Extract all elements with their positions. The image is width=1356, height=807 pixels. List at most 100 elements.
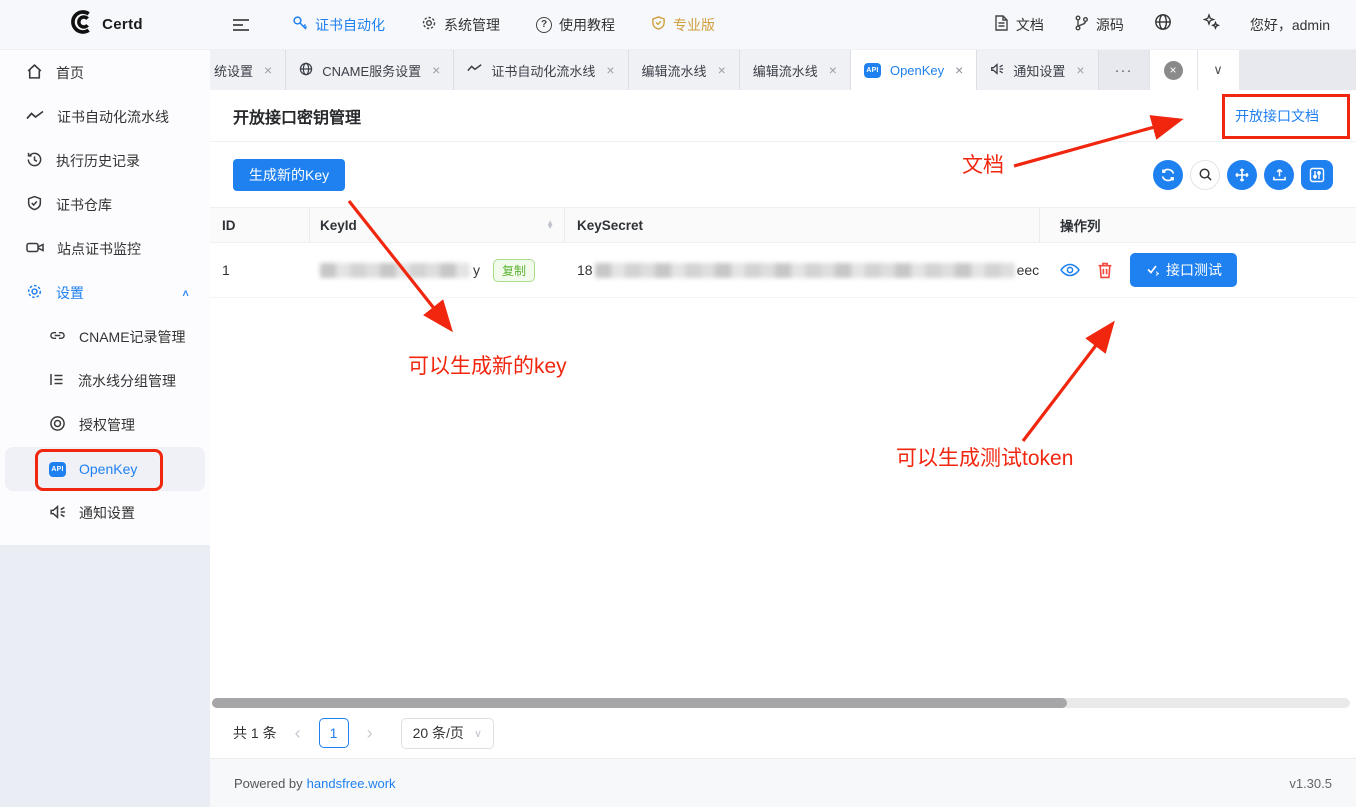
prev-page-button[interactable]: ‹ — [291, 723, 305, 744]
nav-pro-version[interactable]: 专业版 — [651, 15, 715, 35]
header-right: 文档 源码 — [994, 13, 1356, 36]
tab-more-button[interactable]: ··· — [1099, 50, 1149, 90]
redacted-keysecret — [595, 263, 1015, 278]
compact-toggle-button[interactable] — [1227, 160, 1257, 190]
delete-trash-icon[interactable] — [1097, 262, 1113, 279]
nav-label: 专业版 — [673, 15, 715, 35]
sidebar-item-label: 首页 — [56, 63, 84, 83]
theme-sparkle-icon[interactable] — [1202, 13, 1220, 36]
git-branch-icon — [1074, 15, 1089, 34]
source-link[interactable]: 源码 — [1074, 15, 1124, 35]
copy-button[interactable]: 复制 — [493, 259, 535, 282]
secret-suffix: eec — [1017, 262, 1040, 278]
column-settings-button[interactable] — [1301, 160, 1333, 190]
tab-edit-pipeline-2[interactable]: 编辑流水线 × — [740, 50, 851, 90]
redacted-keyid — [320, 263, 470, 278]
tab-label: 通知设置 — [1013, 61, 1065, 80]
tab-label: 编辑流水线 — [753, 61, 818, 80]
sidebar-item-label: 授权管理 — [79, 415, 135, 435]
app-root: Certd 证书自动化 系统 — [0, 0, 1356, 807]
brand-logo[interactable]: Certd — [0, 9, 210, 40]
col-keyid-label: KeyId — [320, 218, 357, 233]
close-icon[interactable]: × — [432, 63, 440, 77]
sidebar-item-site-monitor[interactable]: 站点证书监控 — [0, 227, 210, 271]
cell-keysecret: 18 eec — [565, 262, 1040, 278]
close-icon[interactable]: × — [264, 63, 272, 77]
close-icon[interactable]: × — [1076, 63, 1084, 77]
tab-label: OpenKey — [890, 63, 944, 78]
open-api-doc-link[interactable]: 开放接口文档 — [1235, 106, 1319, 126]
table-row: 1 y 复制 18 eec — [210, 243, 1356, 298]
pipeline-chart-icon — [467, 62, 482, 78]
col-keyid[interactable]: KeyId ▲ ▼ — [310, 208, 565, 242]
sidebar-item-pipeline-groups[interactable]: 流水线分组管理 — [0, 359, 210, 403]
close-icon[interactable]: × — [606, 63, 614, 77]
search-button[interactable] — [1190, 160, 1220, 190]
sidebar-item-label: 证书仓库 — [56, 195, 112, 215]
nav-tutorial[interactable]: ? 使用教程 — [536, 15, 615, 35]
api-test-label: 接口测试 — [1166, 260, 1222, 280]
tab-openkey[interactable]: API OpenKey × — [851, 50, 977, 90]
api-icon: API — [49, 462, 66, 477]
col-keysecret: KeySecret — [565, 208, 1040, 242]
tab-settings-truncated[interactable]: 统设置 × — [210, 50, 286, 90]
pro-badge-icon — [651, 15, 666, 34]
sidebar-item-home[interactable]: 首页 — [0, 51, 210, 95]
close-icon[interactable]: × — [829, 63, 837, 77]
tab-cert-pipelines[interactable]: 证书自动化流水线 × — [454, 50, 628, 90]
sidebar-item-settings[interactable]: 设置 ∧ — [0, 271, 210, 315]
sort-icons[interactable]: ▲ ▼ — [546, 221, 554, 230]
cell-operations: 接口测试 — [1040, 253, 1356, 287]
sidebar-item-notify-settings[interactable]: 通知设置 — [0, 491, 210, 535]
api-test-button[interactable]: 接口测试 — [1130, 253, 1237, 287]
user-greeting[interactable]: 您好，admin — [1250, 15, 1330, 35]
sidebar-item-history[interactable]: 执行历史记录 — [0, 139, 210, 183]
video-monitor-icon — [26, 240, 44, 258]
nav-cert-automation[interactable]: 证书自动化 — [292, 15, 385, 35]
table-header: ID KeyId ▲ ▼ KeySecret 操作列 — [210, 207, 1356, 243]
horizontal-scrollbar-track[interactable] — [212, 698, 1350, 708]
sort-down-icon: ▼ — [546, 225, 554, 229]
tab-label: 统设置 — [214, 61, 253, 80]
page-number-button[interactable]: 1 — [319, 718, 349, 748]
tab-close-all-button[interactable]: × — [1149, 50, 1197, 90]
sidebar-item-cname-records[interactable]: CNAME记录管理 — [0, 315, 210, 359]
close-icon[interactable]: × — [955, 63, 963, 77]
target-circles-icon — [49, 415, 66, 435]
language-globe-icon[interactable] — [1154, 13, 1172, 36]
nav-label: 系统管理 — [444, 15, 500, 35]
next-page-button[interactable]: › — [363, 723, 377, 744]
globe-icon — [299, 62, 313, 79]
top-header: Certd 证书自动化 系统 — [0, 0, 1356, 50]
megaphone-icon — [990, 62, 1004, 79]
col-id: ID — [210, 208, 310, 242]
sidebar-item-pipelines[interactable]: 证书自动化流水线 — [0, 95, 210, 139]
menu-collapse-icon[interactable] — [232, 17, 250, 33]
tab-cname-service[interactable]: CNAME服务设置 × — [286, 50, 454, 90]
horizontal-scrollbar-thumb[interactable] — [212, 698, 1067, 708]
sidebar-item-openkey[interactable]: API OpenKey — [5, 447, 205, 491]
handsfree-link[interactable]: handsfree.work — [307, 776, 396, 791]
nav-system-manage[interactable]: 系统管理 — [421, 15, 500, 35]
sidebar-item-label: 证书自动化流水线 — [57, 107, 169, 127]
nav-label: 证书自动化 — [315, 15, 385, 35]
test-check-icon — [1145, 262, 1159, 279]
tab-notify-settings[interactable]: 通知设置 × — [977, 50, 1098, 90]
generate-key-button[interactable]: 生成新的Key — [233, 159, 345, 191]
home-icon — [26, 63, 43, 83]
sidebar-item-cert-repo[interactable]: 证书仓库 — [0, 183, 210, 227]
tab-edit-pipeline-1[interactable]: 编辑流水线 × — [629, 50, 740, 90]
top-nav: 证书自动化 系统管理 ? 使用教程 — [292, 15, 715, 35]
docs-link[interactable]: 文档 — [994, 15, 1044, 35]
sidebar-item-label: 设置 — [56, 283, 84, 303]
page-size-select[interactable]: 20 条/页 ∨ — [401, 718, 494, 749]
export-button[interactable] — [1264, 160, 1294, 190]
sidebar-item-auth-manage[interactable]: 授权管理 — [0, 403, 210, 447]
question-circle-icon: ? — [536, 17, 552, 33]
refresh-button[interactable] — [1153, 160, 1183, 190]
tab-dropdown-button[interactable]: ∨ — [1197, 50, 1239, 90]
chevron-down-icon: ∨ — [474, 727, 482, 740]
view-eye-icon[interactable] — [1060, 262, 1080, 278]
caret-up-icon: ∧ — [181, 287, 190, 298]
close-icon[interactable]: × — [718, 63, 726, 77]
